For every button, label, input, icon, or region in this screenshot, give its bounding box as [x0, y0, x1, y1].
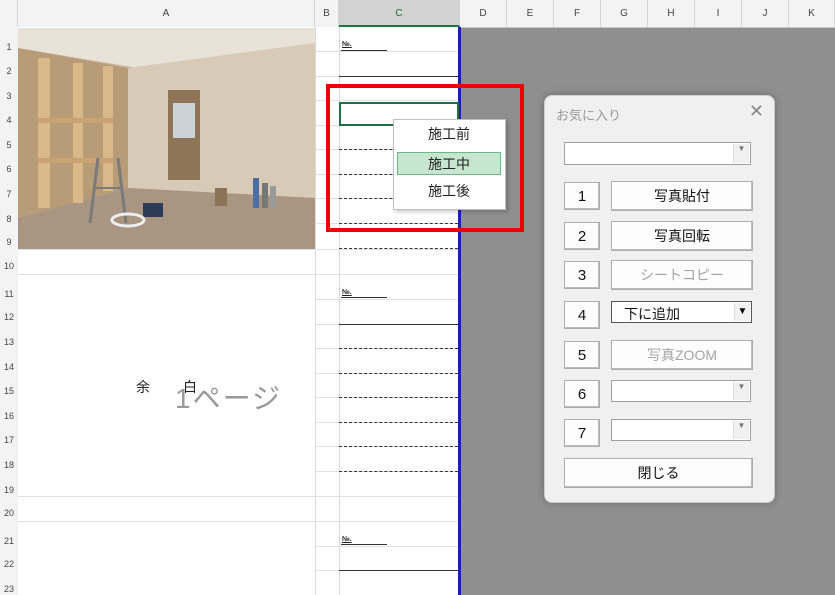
- row-header[interactable]: 18: [0, 460, 18, 470]
- row-header[interactable]: 4: [0, 115, 18, 125]
- number-label: №.: [342, 289, 352, 296]
- row-header[interactable]: 16: [0, 411, 18, 421]
- column-header-b[interactable]: B: [315, 0, 339, 27]
- paste-photo-button[interactable]: 写真貼付: [611, 181, 753, 211]
- row-header[interactable]: 15: [0, 386, 18, 396]
- column-header-g[interactable]: G: [601, 0, 648, 27]
- row-header[interactable]: 9: [0, 237, 18, 247]
- rotate-photo-button[interactable]: 写真回転: [611, 221, 753, 251]
- page-number-label: 1ページ: [175, 383, 283, 414]
- row-header[interactable]: 22: [0, 559, 18, 569]
- option-6-select[interactable]: ▼: [611, 380, 751, 402]
- row-header[interactable]: 13: [0, 337, 18, 347]
- chevron-down-icon[interactable]: ▼: [733, 144, 749, 163]
- close-button[interactable]: 閉じる: [564, 458, 753, 488]
- dialog-title: お気に入り: [556, 108, 622, 123]
- number-button-5[interactable]: 5: [564, 341, 600, 369]
- sheet-copy-button[interactable]: シートコピー: [611, 260, 753, 290]
- chevron-down-icon[interactable]: ▼: [734, 303, 750, 321]
- select-all-corner[interactable]: [0, 0, 18, 27]
- room-photo-drawing: [18, 28, 315, 249]
- column-header-k[interactable]: K: [789, 0, 835, 27]
- close-icon[interactable]: ✕: [749, 101, 764, 122]
- row-header[interactable]: 7: [0, 189, 18, 199]
- column-header-d[interactable]: D: [460, 0, 507, 27]
- column-header-c[interactable]: C: [339, 0, 460, 27]
- row-header[interactable]: 20: [0, 508, 18, 518]
- column-header-e[interactable]: E: [507, 0, 554, 27]
- construction-photo[interactable]: [18, 28, 315, 249]
- column-header-i[interactable]: I: [695, 0, 742, 27]
- blank-label-yo: 余: [136, 379, 150, 395]
- number-label: №.: [342, 536, 352, 543]
- row-header[interactable]: 11: [0, 289, 18, 299]
- number-button-2[interactable]: 2: [564, 222, 600, 250]
- row-header[interactable]: 3: [0, 91, 18, 101]
- row-header[interactable]: 5: [0, 140, 18, 150]
- highlight-box: [326, 84, 524, 232]
- row-header[interactable]: 8: [0, 214, 18, 224]
- photo-zoom-button[interactable]: 写真ZOOM: [611, 340, 753, 370]
- row-header[interactable]: 21: [0, 536, 18, 546]
- row-header[interactable]: 17: [0, 435, 18, 445]
- favorites-select[interactable]: ▼: [564, 142, 751, 165]
- column-header-h[interactable]: H: [648, 0, 695, 27]
- row-header[interactable]: 19: [0, 485, 18, 495]
- insert-position-select[interactable]: 下に追加 ▼: [611, 301, 752, 323]
- chevron-down-icon[interactable]: ▼: [733, 421, 749, 439]
- column-header-bar: A B C D E F G H I J K: [0, 0, 835, 28]
- row-header[interactable]: 6: [0, 164, 18, 174]
- column-header-j[interactable]: J: [742, 0, 789, 27]
- option-7-select[interactable]: ▼: [611, 419, 751, 441]
- row-header[interactable]: 14: [0, 362, 18, 372]
- column-header-f[interactable]: F: [554, 0, 601, 27]
- number-button-7[interactable]: 7: [564, 419, 600, 447]
- row-header[interactable]: 10: [0, 261, 18, 271]
- insert-position-value: 下に追加: [624, 306, 680, 322]
- row-header[interactable]: 2: [0, 66, 18, 76]
- chevron-down-icon[interactable]: ▼: [733, 382, 749, 400]
- row-header-bar: 1 2 3 4 5 6 7 8 9 10 11 12 13 14 15 16 1…: [0, 27, 19, 595]
- row-header[interactable]: 12: [0, 312, 18, 322]
- row-header[interactable]: 1: [0, 42, 18, 52]
- favorites-dialog: お気に入り ✕ ▼ 1 写真貼付 2 写真回転 3 シートコピー 4 下に追加 …: [544, 95, 775, 503]
- row-header[interactable]: 23: [0, 584, 18, 594]
- number-button-6[interactable]: 6: [564, 380, 600, 408]
- number-label: №.: [342, 41, 352, 48]
- number-button-1[interactable]: 1: [564, 182, 600, 210]
- number-button-3[interactable]: 3: [564, 261, 600, 289]
- column-header-a[interactable]: A: [18, 0, 315, 27]
- number-button-4[interactable]: 4: [564, 301, 600, 329]
